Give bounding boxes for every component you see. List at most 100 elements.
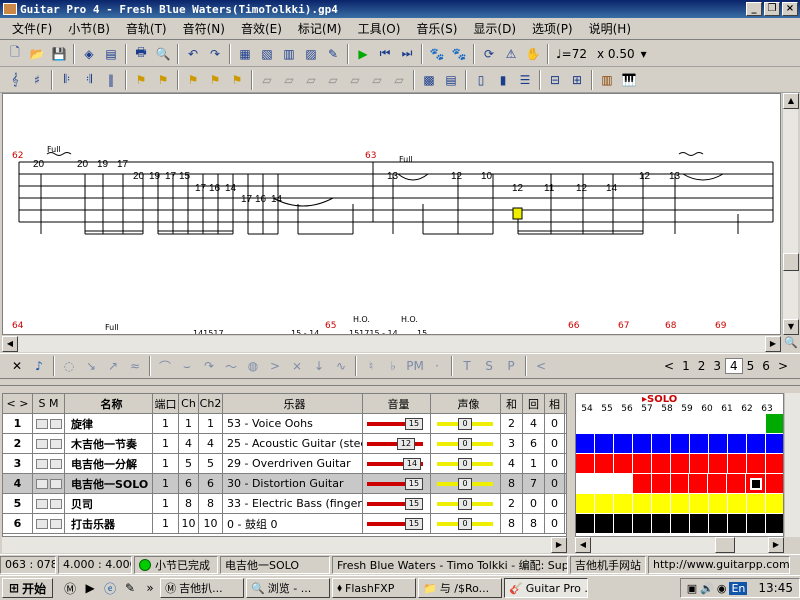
- mute-toggle[interactable]: [49, 438, 62, 449]
- grid-cell[interactable]: [766, 494, 783, 514]
- edit-pencil-icon[interactable]: ✎: [323, 44, 343, 64]
- start-button[interactable]: ⊞ 开始: [2, 578, 54, 598]
- tray-qq-icon[interactable]: ◉: [717, 582, 727, 595]
- solo-toggle[interactable]: [35, 458, 48, 469]
- trill-icon[interactable]: ♮: [361, 356, 381, 376]
- grid-cell[interactable]: [576, 454, 595, 474]
- grid-cell[interactable]: [614, 414, 633, 434]
- grid-cell[interactable]: [671, 494, 690, 514]
- track-channel[interactable]: 10: [179, 514, 199, 533]
- wave-icon[interactable]: ∿: [331, 356, 351, 376]
- ghost-icon[interactable]: ◍: [243, 356, 263, 376]
- pan-knob[interactable]: 0: [458, 517, 472, 530]
- track-instrument[interactable]: 33 - Electric Bass (finger): [223, 494, 363, 513]
- track-instrument[interactable]: 53 - Voice Oohs: [223, 414, 363, 433]
- tray-language[interactable]: En: [729, 581, 748, 595]
- grid-cell[interactable]: [746, 474, 767, 494]
- tab-style-7-icon[interactable]: ▱: [389, 70, 409, 90]
- metronome-icon[interactable]: ⚠: [501, 44, 521, 64]
- page-3[interactable]: 3: [709, 359, 725, 373]
- track-port[interactable]: 1: [153, 454, 179, 473]
- mixer-icon[interactable]: ⊟: [545, 70, 565, 90]
- volume-knob[interactable]: 15: [405, 417, 423, 430]
- slide-alt-icon[interactable]: ↗: [103, 356, 123, 376]
- track-channel-2[interactable]: 4: [199, 434, 223, 453]
- grid-cell[interactable]: [766, 454, 783, 474]
- bend-icon[interactable]: ↷: [199, 356, 219, 376]
- tab-style-6-icon[interactable]: ▱: [367, 70, 387, 90]
- text-icon[interactable]: ▤: [441, 70, 461, 90]
- tab-style-5-icon[interactable]: ▱: [345, 70, 365, 90]
- grid-cell[interactable]: [728, 434, 747, 454]
- arrow-icon[interactable]: ↓: [309, 356, 329, 376]
- track-channel-2[interactable]: 10: [199, 514, 223, 533]
- grid-cell[interactable]: [614, 514, 633, 534]
- track-instrument[interactable]: 29 - Overdriven Guitar: [223, 454, 363, 473]
- menu-display[interactable]: 显示(D): [465, 20, 524, 37]
- grid-cell[interactable]: [633, 494, 652, 514]
- track-chorus[interactable]: 2: [501, 414, 523, 433]
- menu-help[interactable]: 说明(H): [581, 20, 639, 37]
- print-preview-icon[interactable]: 🔍: [153, 44, 173, 64]
- track-channel-2[interactable]: 1: [199, 414, 223, 433]
- grid-horizontal-scrollbar[interactable]: ◀ ▶: [575, 537, 784, 553]
- delete-measure-icon[interactable]: ▧: [257, 44, 277, 64]
- grid-cell[interactable]: [652, 514, 671, 534]
- score-horizontal-scrollbar[interactable]: ◀ ▶: [2, 336, 781, 352]
- scroll-thumb[interactable]: [783, 253, 799, 271]
- slide-icon[interactable]: ↘: [81, 356, 101, 376]
- pop-icon[interactable]: P: [501, 356, 521, 376]
- pan-slider[interactable]: 0: [431, 414, 501, 433]
- mute-toggle[interactable]: [49, 498, 62, 509]
- track-chorus[interactable]: 4: [501, 454, 523, 473]
- volume-slider[interactable]: 15: [363, 414, 431, 433]
- page-6[interactable]: 6: [758, 359, 774, 373]
- track-chorus[interactable]: 8: [501, 514, 523, 533]
- tablature-view[interactable]: 62 63 Full Full 20 20 19 17 20 19 17 15 …: [2, 93, 781, 335]
- track-horizontal-scrollbar[interactable]: ▶: [2, 537, 567, 553]
- measure-properties-icon[interactable]: ▥: [279, 44, 299, 64]
- scroll-right-icon[interactable]: ▶: [768, 537, 784, 553]
- pan-knob[interactable]: 0: [458, 437, 472, 450]
- track-reverb[interactable]: 0: [523, 494, 545, 513]
- grid-cell[interactable]: [728, 414, 747, 434]
- volume-knob[interactable]: 15: [405, 497, 423, 510]
- track-col5[interactable]: 0: [545, 474, 565, 493]
- close-button[interactable]: ×: [782, 2, 798, 16]
- track-channel[interactable]: 1: [179, 414, 199, 433]
- mute-toggle[interactable]: [49, 478, 62, 489]
- track-name[interactable]: 打击乐器: [65, 514, 153, 533]
- grid-cell[interactable]: [632, 474, 652, 494]
- track-name[interactable]: 木吉他一节奏: [65, 434, 153, 453]
- menu-track[interactable]: 音轨(T): [118, 20, 175, 37]
- track-channel[interactable]: 5: [179, 454, 199, 473]
- grid-cell[interactable]: [709, 434, 728, 454]
- double-bar-icon[interactable]: ‖: [101, 70, 121, 90]
- grid-cell[interactable]: [709, 454, 728, 474]
- grid-cell[interactable]: [576, 514, 595, 534]
- pan-knob[interactable]: 0: [458, 477, 472, 490]
- solo-toggle[interactable]: [35, 478, 48, 489]
- track-chorus[interactable]: 8: [501, 474, 523, 493]
- solo-toggle[interactable]: [35, 438, 48, 449]
- track-channel-2[interactable]: 6: [199, 474, 223, 493]
- undo-icon[interactable]: ↶: [183, 44, 203, 64]
- grid-cell[interactable]: [728, 494, 747, 514]
- grid-cell[interactable]: [614, 494, 633, 514]
- track-channel-2[interactable]: 5: [199, 454, 223, 473]
- notepad-icon[interactable]: ✎: [121, 579, 139, 597]
- menu-markers[interactable]: 标记(M): [290, 20, 350, 37]
- grid-cell[interactable]: [747, 414, 766, 434]
- play-icon[interactable]: ▶: [353, 44, 373, 64]
- task-3[interactable]: ⬧ FlashFXP: [332, 578, 417, 598]
- guitar-neck-icon[interactable]: ▥: [597, 70, 617, 90]
- track-instrument[interactable]: 30 - Distortion Guitar: [223, 474, 363, 493]
- pan-slider[interactable]: 0: [431, 514, 501, 533]
- task-2[interactable]: 🔍 浏览 - ...: [246, 578, 331, 598]
- track-channel[interactable]: 8: [179, 494, 199, 513]
- task-1[interactable]: Ⓜ 吉他扒...: [160, 578, 245, 598]
- screen-view-icon[interactable]: ▮: [493, 70, 513, 90]
- grid-cell[interactable]: [614, 454, 633, 474]
- pan-slider[interactable]: 0: [431, 454, 501, 473]
- messenger-icon[interactable]: Ⓜ: [61, 579, 79, 597]
